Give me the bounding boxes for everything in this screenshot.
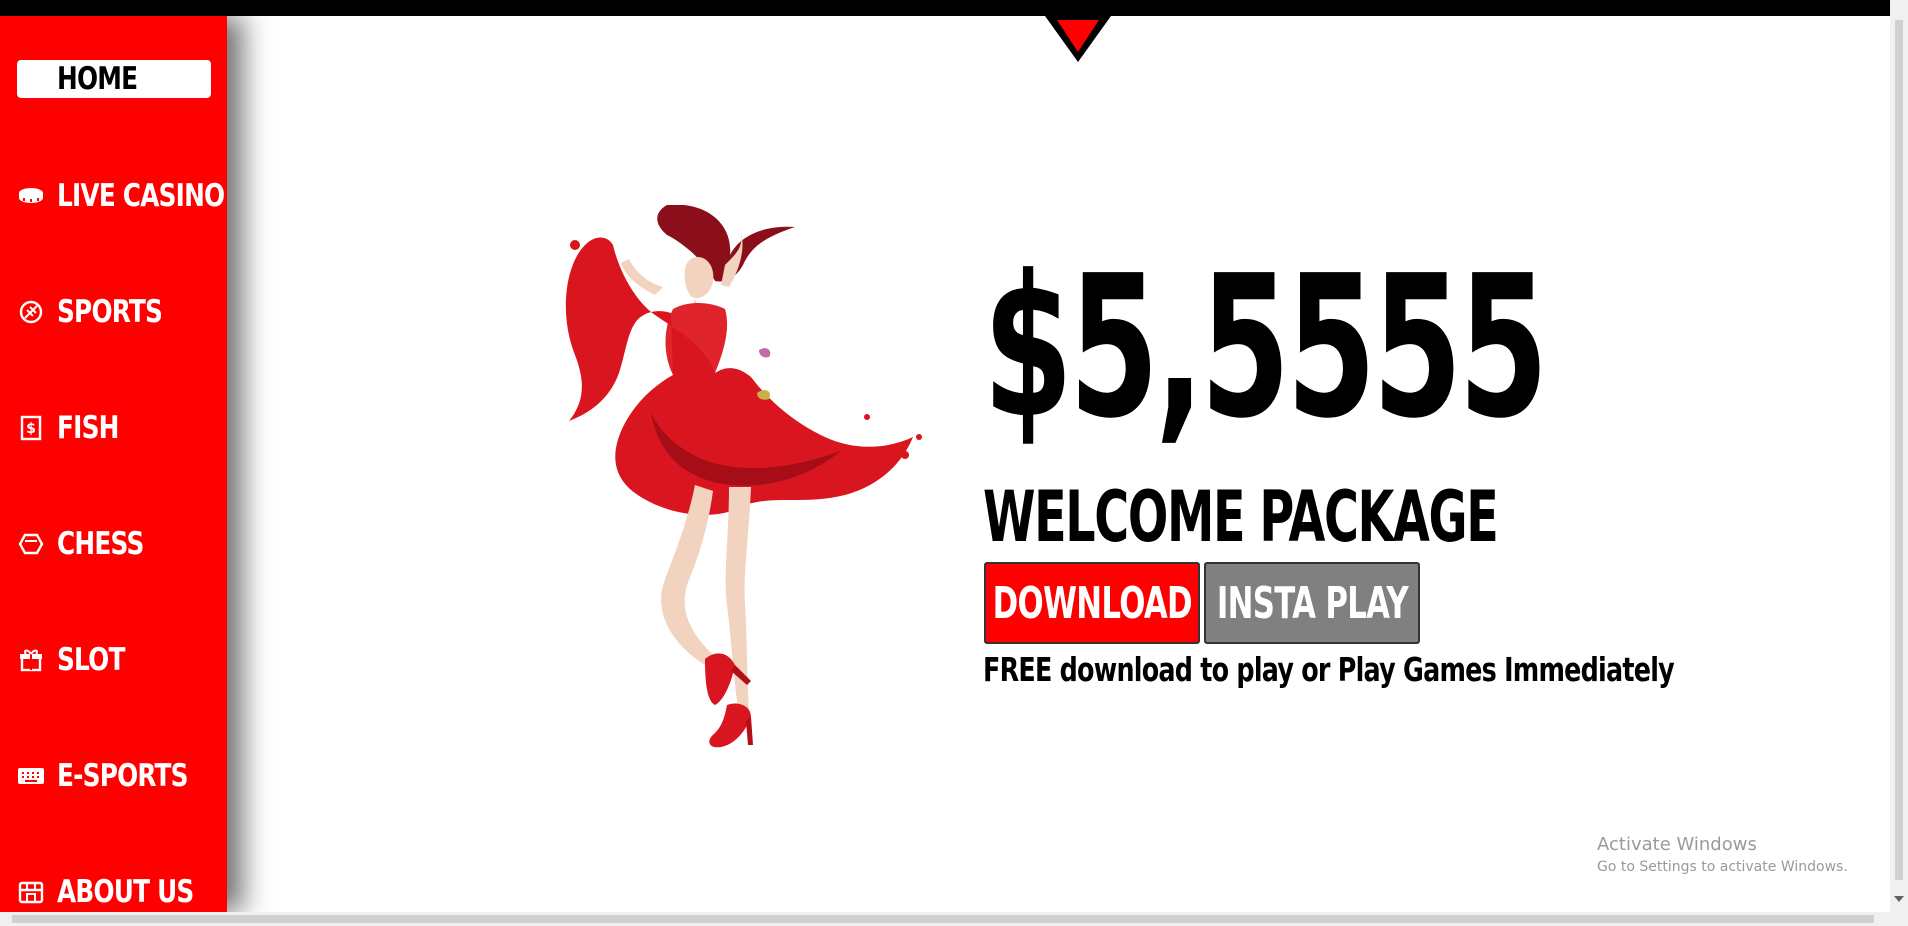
hexagon-icon xyxy=(17,530,45,558)
vertical-scrollbar[interactable] xyxy=(1890,0,1908,912)
nav-item-live-casino[interactable]: LIVE CASINO xyxy=(17,176,227,216)
download-button[interactable]: DOWNLOAD xyxy=(984,562,1200,644)
dollar-note-icon: $ xyxy=(17,414,45,442)
ball-icon xyxy=(17,298,45,326)
nav-item-label: HOME xyxy=(57,61,138,97)
woman-red-dress-image xyxy=(565,205,922,748)
nav-item-label: ABOUT US xyxy=(57,874,194,910)
insta-play-button-label: INSTA PLAY xyxy=(1216,577,1409,629)
nav-item-label: SLOT xyxy=(57,642,125,678)
watermark-title: Activate Windows xyxy=(1597,834,1757,855)
promo-caption: FREE download to play or Play Games Imme… xyxy=(983,650,1675,689)
nav-item-chess[interactable]: CHESS xyxy=(17,524,165,564)
nav-item-fish[interactable]: $ FISH xyxy=(17,408,134,448)
gift-icon xyxy=(17,646,45,674)
scroll-down-arrow-icon[interactable] xyxy=(1894,896,1904,902)
horizontal-scrollbar-thumb[interactable] xyxy=(12,915,1874,923)
nav-item-home[interactable]: HOME xyxy=(17,60,211,98)
nav-item-label: FISH xyxy=(57,410,119,446)
nav-item-sports[interactable]: SPORTS xyxy=(17,292,188,332)
chip-icon xyxy=(17,182,45,210)
store-icon xyxy=(17,878,45,906)
welcome-package-title: WELCOME PACKAGE xyxy=(983,476,1499,558)
sidebar-nav: HOME LIVE CASINO SPORTS $ FISH CHESS SLO… xyxy=(0,16,227,912)
top-bar xyxy=(0,0,1908,16)
vertical-scrollbar-thumb[interactable] xyxy=(1895,20,1903,880)
nav-item-label: LIVE CASINO xyxy=(57,178,225,214)
insta-play-button[interactable]: INSTA PLAY xyxy=(1204,562,1420,644)
dropdown-triangle-icon[interactable] xyxy=(1043,16,1113,64)
watermark-subtitle: Go to Settings to activate Windows. xyxy=(1597,859,1848,875)
nav-item-e-sports[interactable]: E-SPORTS xyxy=(17,756,220,796)
bonus-amount: $5,5555 xyxy=(983,234,1548,462)
nav-item-label: E-SPORTS xyxy=(57,758,189,794)
activate-windows-watermark: Activate Windows Go to Settings to activ… xyxy=(1597,833,1848,877)
svg-text:$: $ xyxy=(26,421,36,437)
keyboard-icon xyxy=(17,762,45,790)
nav-item-about-us[interactable]: ABOUT US xyxy=(17,872,227,912)
nav-item-slot[interactable]: SLOT xyxy=(17,640,141,680)
nav-item-label: SPORTS xyxy=(57,294,163,330)
nav-item-label: CHESS xyxy=(57,526,144,562)
horizontal-scrollbar[interactable] xyxy=(0,912,1908,926)
download-button-label: DOWNLOAD xyxy=(992,577,1192,629)
